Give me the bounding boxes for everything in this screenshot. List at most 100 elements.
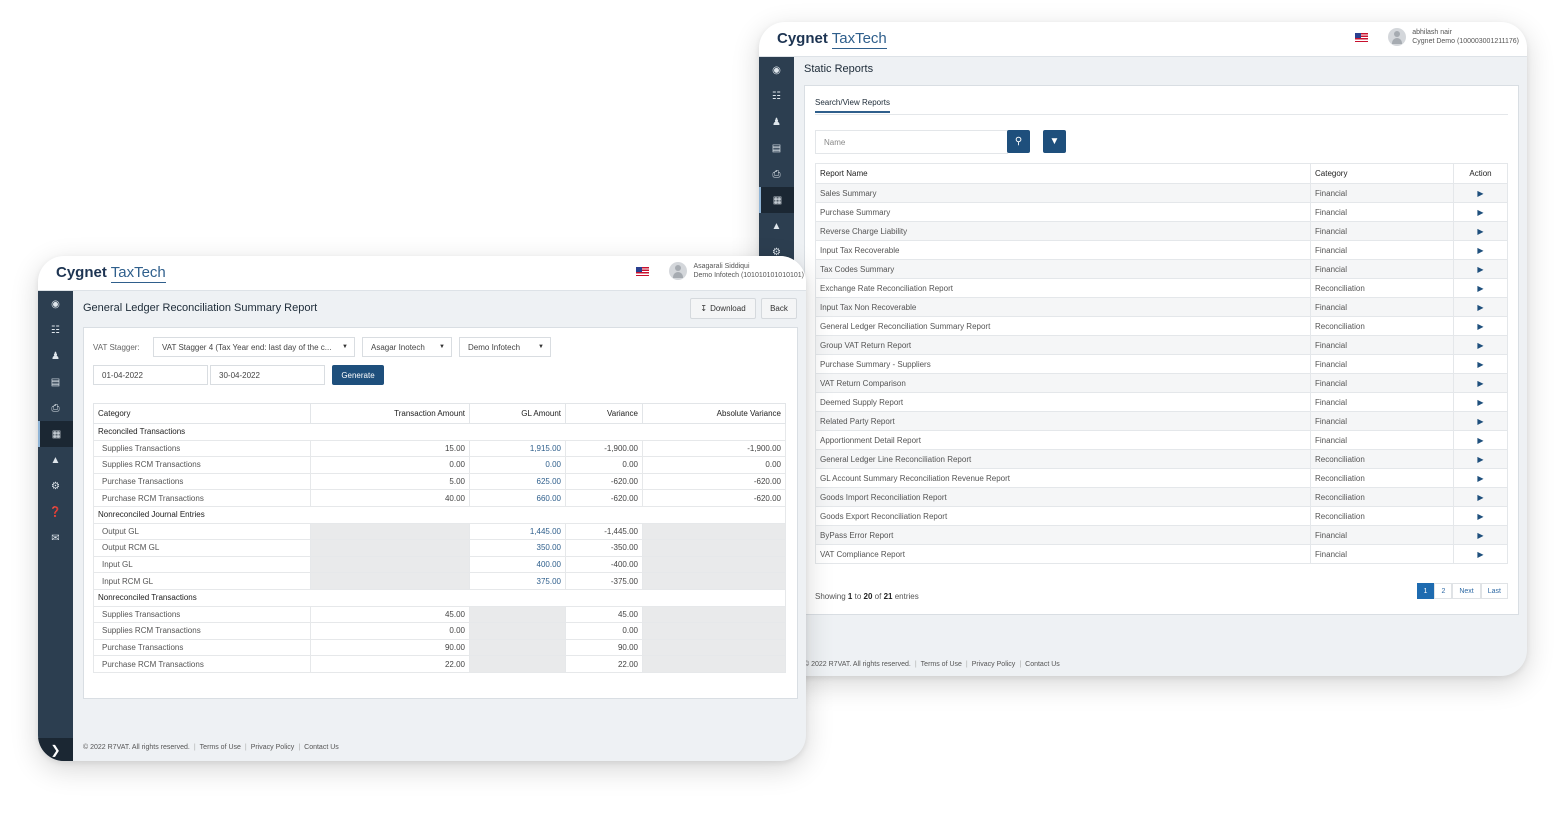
report-name[interactable]: Purchase Summary — [815, 202, 1311, 222]
col-category[interactable]: Category — [1310, 163, 1454, 184]
run-report-button[interactable]: ▶ — [1453, 316, 1508, 336]
table-row[interactable]: Purchase Summary - Suppliers Financial ▶ — [815, 354, 1508, 374]
sitemap-icon[interactable]: ☷ — [38, 317, 73, 343]
user-menu[interactable]: Asagarali Siddiqui Demo Infotech (101010… — [636, 262, 804, 280]
run-report-button[interactable]: ▶ — [1453, 468, 1508, 488]
table-icon[interactable]: ▦ — [38, 421, 73, 447]
privacy-link[interactable]: Privacy Policy — [972, 661, 1016, 668]
print-icon[interactable]: ⎙ — [759, 161, 794, 187]
table-row[interactable]: Input Tax Recoverable Financial ▶ — [815, 240, 1508, 260]
run-report-button[interactable]: ▶ — [1453, 525, 1508, 545]
terms-link[interactable]: Terms of Use — [200, 744, 241, 751]
privacy-link[interactable]: Privacy Policy — [251, 744, 295, 751]
table-row[interactable]: GL Account Summary Reconciliation Revenu… — [815, 468, 1508, 488]
run-report-button[interactable]: ▶ — [1453, 335, 1508, 355]
upload-icon[interactable]: ▲ — [38, 447, 73, 473]
report-name[interactable]: VAT Return Comparison — [815, 373, 1311, 393]
col-report-name[interactable]: Report Name — [815, 163, 1311, 184]
avatar[interactable] — [1388, 28, 1407, 46]
report-name[interactable]: Input Tax Recoverable — [815, 240, 1311, 260]
table-row[interactable]: Reverse Charge Liability Financial ▶ — [815, 221, 1508, 241]
table-row[interactable]: Group VAT Return Report Financial ▶ — [815, 335, 1508, 355]
dashboard-icon[interactable]: ◉ — [759, 57, 794, 83]
run-report-button[interactable]: ▶ — [1453, 487, 1508, 507]
us-flag-icon[interactable] — [1355, 32, 1369, 42]
to-date-input[interactable]: 30-04-2022 — [210, 365, 325, 385]
table-row[interactable]: Exchange Rate Reconciliation Report Recon… — [815, 278, 1508, 298]
report-name[interactable]: Group VAT Return Report — [815, 335, 1311, 355]
run-report-button[interactable]: ▶ — [1453, 392, 1508, 412]
user-menu[interactable]: abhilash nair Cygnet Demo (1000030012111… — [1355, 28, 1519, 46]
page-2-button[interactable]: 2 — [1434, 583, 1453, 599]
table-row[interactable]: Goods Import Reconciliation Report Reconc… — [815, 487, 1508, 507]
sitemap-icon[interactable]: ☷ — [759, 83, 794, 109]
contact-link[interactable]: Contact Us — [304, 744, 339, 751]
expand-sidebar-button[interactable]: ❯ — [38, 738, 73, 761]
tab-search-view-reports[interactable]: Search/View Reports — [815, 98, 890, 113]
run-report-button[interactable]: ▶ — [1453, 240, 1508, 260]
help-icon[interactable]: ❓ — [38, 499, 73, 525]
vat-stagger-select[interactable]: VAT Stagger 4 (Tax Year end: last day of… — [153, 337, 355, 357]
table-row[interactable]: General Ledger Reconciliation Summary Re… — [815, 316, 1508, 336]
gear-icon[interactable]: ⚙ — [38, 473, 73, 499]
run-report-button[interactable]: ▶ — [1453, 506, 1508, 526]
avatar[interactable] — [669, 262, 688, 280]
report-name[interactable]: Related Party Report — [815, 411, 1311, 431]
table-icon[interactable]: ▦ — [759, 187, 794, 213]
table-row[interactable]: Related Party Report Financial ▶ — [815, 411, 1508, 431]
back-button[interactable]: Back — [761, 298, 797, 319]
report-name[interactable]: Reverse Charge Liability — [815, 221, 1311, 241]
run-report-button[interactable]: ▶ — [1453, 411, 1508, 431]
from-date-input[interactable]: 01-04-2022 — [93, 365, 208, 385]
logo[interactable]: Cygnet TaxTech — [777, 30, 887, 49]
table-row[interactable]: VAT Return Comparison Financial ▶ — [815, 373, 1508, 393]
us-flag-icon[interactable] — [636, 266, 650, 276]
table-row[interactable]: Tax Codes Summary Financial ▶ — [815, 259, 1508, 279]
run-report-button[interactable]: ▶ — [1453, 202, 1508, 222]
report-name[interactable]: ByPass Error Report — [815, 525, 1311, 545]
table-row[interactable]: Purchase Summary Financial ▶ — [815, 202, 1508, 222]
table-row[interactable]: Apportionment Detail Report Financial ▶ — [815, 430, 1508, 450]
report-name[interactable]: General Ledger Reconciliation Summary Re… — [815, 316, 1311, 336]
download-button[interactable]: ↧ Download — [690, 298, 756, 319]
run-report-button[interactable]: ▶ — [1453, 259, 1508, 279]
run-report-button[interactable]: ▶ — [1453, 221, 1508, 241]
table-row[interactable]: Sales Summary Financial ▶ — [815, 183, 1508, 203]
entity-select[interactable]: Asagar Inotech ▼ — [362, 337, 452, 357]
report-name[interactable]: General Ledger Line Reconciliation Repor… — [815, 449, 1311, 469]
page-1-button[interactable]: 1 — [1416, 583, 1435, 599]
report-name[interactable]: VAT Compliance Report — [815, 544, 1311, 564]
document-icon[interactable]: ▤ — [759, 135, 794, 161]
run-report-button[interactable]: ▶ — [1453, 278, 1508, 298]
table-row[interactable]: General Ledger Line Reconciliation Repor… — [815, 449, 1508, 469]
table-row[interactable]: VAT Compliance Report Financial ▶ — [815, 544, 1508, 564]
generate-button[interactable]: Generate — [332, 365, 384, 385]
report-name[interactable]: GL Account Summary Reconciliation Revenu… — [815, 468, 1311, 488]
terms-link[interactable]: Terms of Use — [921, 661, 962, 668]
report-name[interactable]: Sales Summary — [815, 183, 1311, 203]
report-name[interactable]: Goods Import Reconciliation Report — [815, 487, 1311, 507]
search-button[interactable]: ⚲ — [1007, 130, 1030, 153]
table-row[interactable]: Goods Export Reconciliation Report Reconc… — [815, 506, 1508, 526]
table-row[interactable]: Input Tax Non Recoverable Financial ▶ — [815, 297, 1508, 317]
run-report-button[interactable]: ▶ — [1453, 373, 1508, 393]
user-icon[interactable]: ♟ — [38, 343, 73, 369]
run-report-button[interactable]: ▶ — [1453, 297, 1508, 317]
report-name[interactable]: Goods Export Reconciliation Report — [815, 506, 1311, 526]
dashboard-icon[interactable]: ◉ — [38, 291, 73, 317]
next-page-button[interactable]: Next — [1452, 583, 1481, 599]
run-report-button[interactable]: ▶ — [1453, 183, 1508, 203]
run-report-button[interactable]: ▶ — [1453, 354, 1508, 374]
filter-button[interactable]: ▼ — [1043, 130, 1066, 153]
run-report-button[interactable]: ▶ — [1453, 430, 1508, 450]
report-name[interactable]: Exchange Rate Reconciliation Report — [815, 278, 1311, 298]
megaphone-icon[interactable]: ✉ — [38, 525, 73, 551]
upload-icon[interactable]: ▲ — [759, 213, 794, 239]
run-report-button[interactable]: ▶ — [1453, 544, 1508, 564]
table-row[interactable]: ByPass Error Report Financial ▶ — [815, 525, 1508, 545]
company-select[interactable]: Demo Infotech ▼ — [459, 337, 551, 357]
report-name[interactable]: Tax Codes Summary — [815, 259, 1311, 279]
print-icon[interactable]: ⎙ — [38, 395, 73, 421]
run-report-button[interactable]: ▶ — [1453, 449, 1508, 469]
user-icon[interactable]: ♟ — [759, 109, 794, 135]
